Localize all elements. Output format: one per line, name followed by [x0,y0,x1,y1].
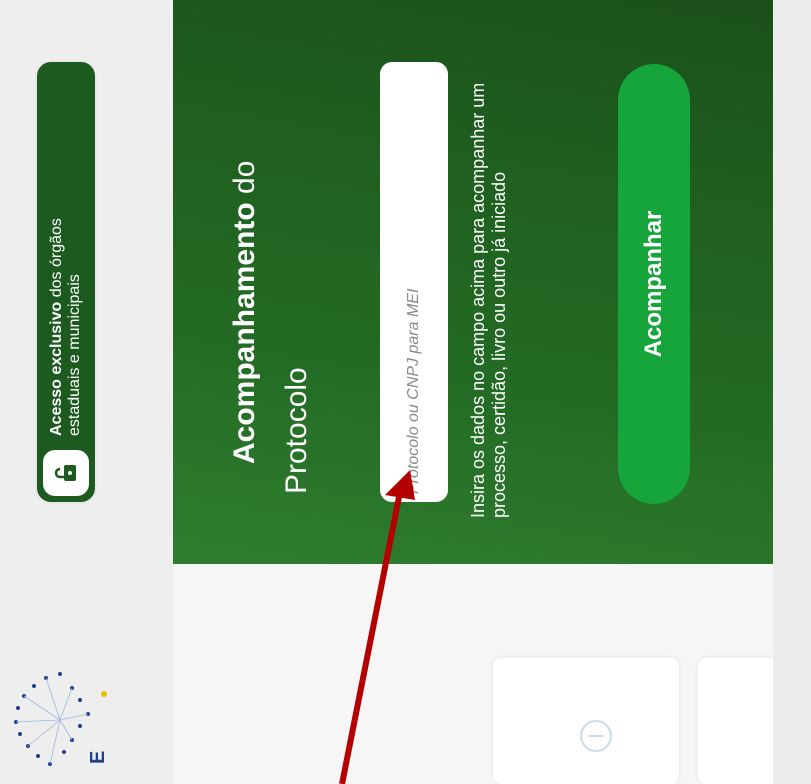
lock-icon [43,450,89,496]
badge-bold-text: Acesso exclusivo [48,301,65,436]
rotated-page: Acesso exclusivo dos órgãos estaduais e … [0,0,811,784]
panel-subtitle: Protocolo [280,367,313,494]
logo: E [14,672,109,766]
services-section [173,564,811,784]
service-card-info[interactable] [493,658,679,784]
info-icon [580,720,612,752]
badge-text-line2: estaduais e municipais [66,274,83,436]
logo-letter: E [87,751,109,764]
panel-title-rest: do [228,160,261,203]
panel-title: Acompanhamento do [228,161,262,464]
track-button[interactable]: Acompanhar [618,64,690,504]
exclusive-access-badge[interactable]: Acesso exclusivo dos órgãos estaduais e … [35,60,97,504]
input-hint: Insira os dados no campo acima para acom… [468,82,509,518]
badge-text: Acesso exclusivo dos órgãos estaduais e … [48,218,84,436]
panel-title-bold: Acompanhamento [228,202,261,464]
viewport: Acesso exclusivo dos órgãos estaduais e … [0,0,811,784]
badge-text-line1: dos órgãos [48,218,65,302]
protocol-input[interactable] [380,62,448,502]
bottom-strip [773,0,811,784]
